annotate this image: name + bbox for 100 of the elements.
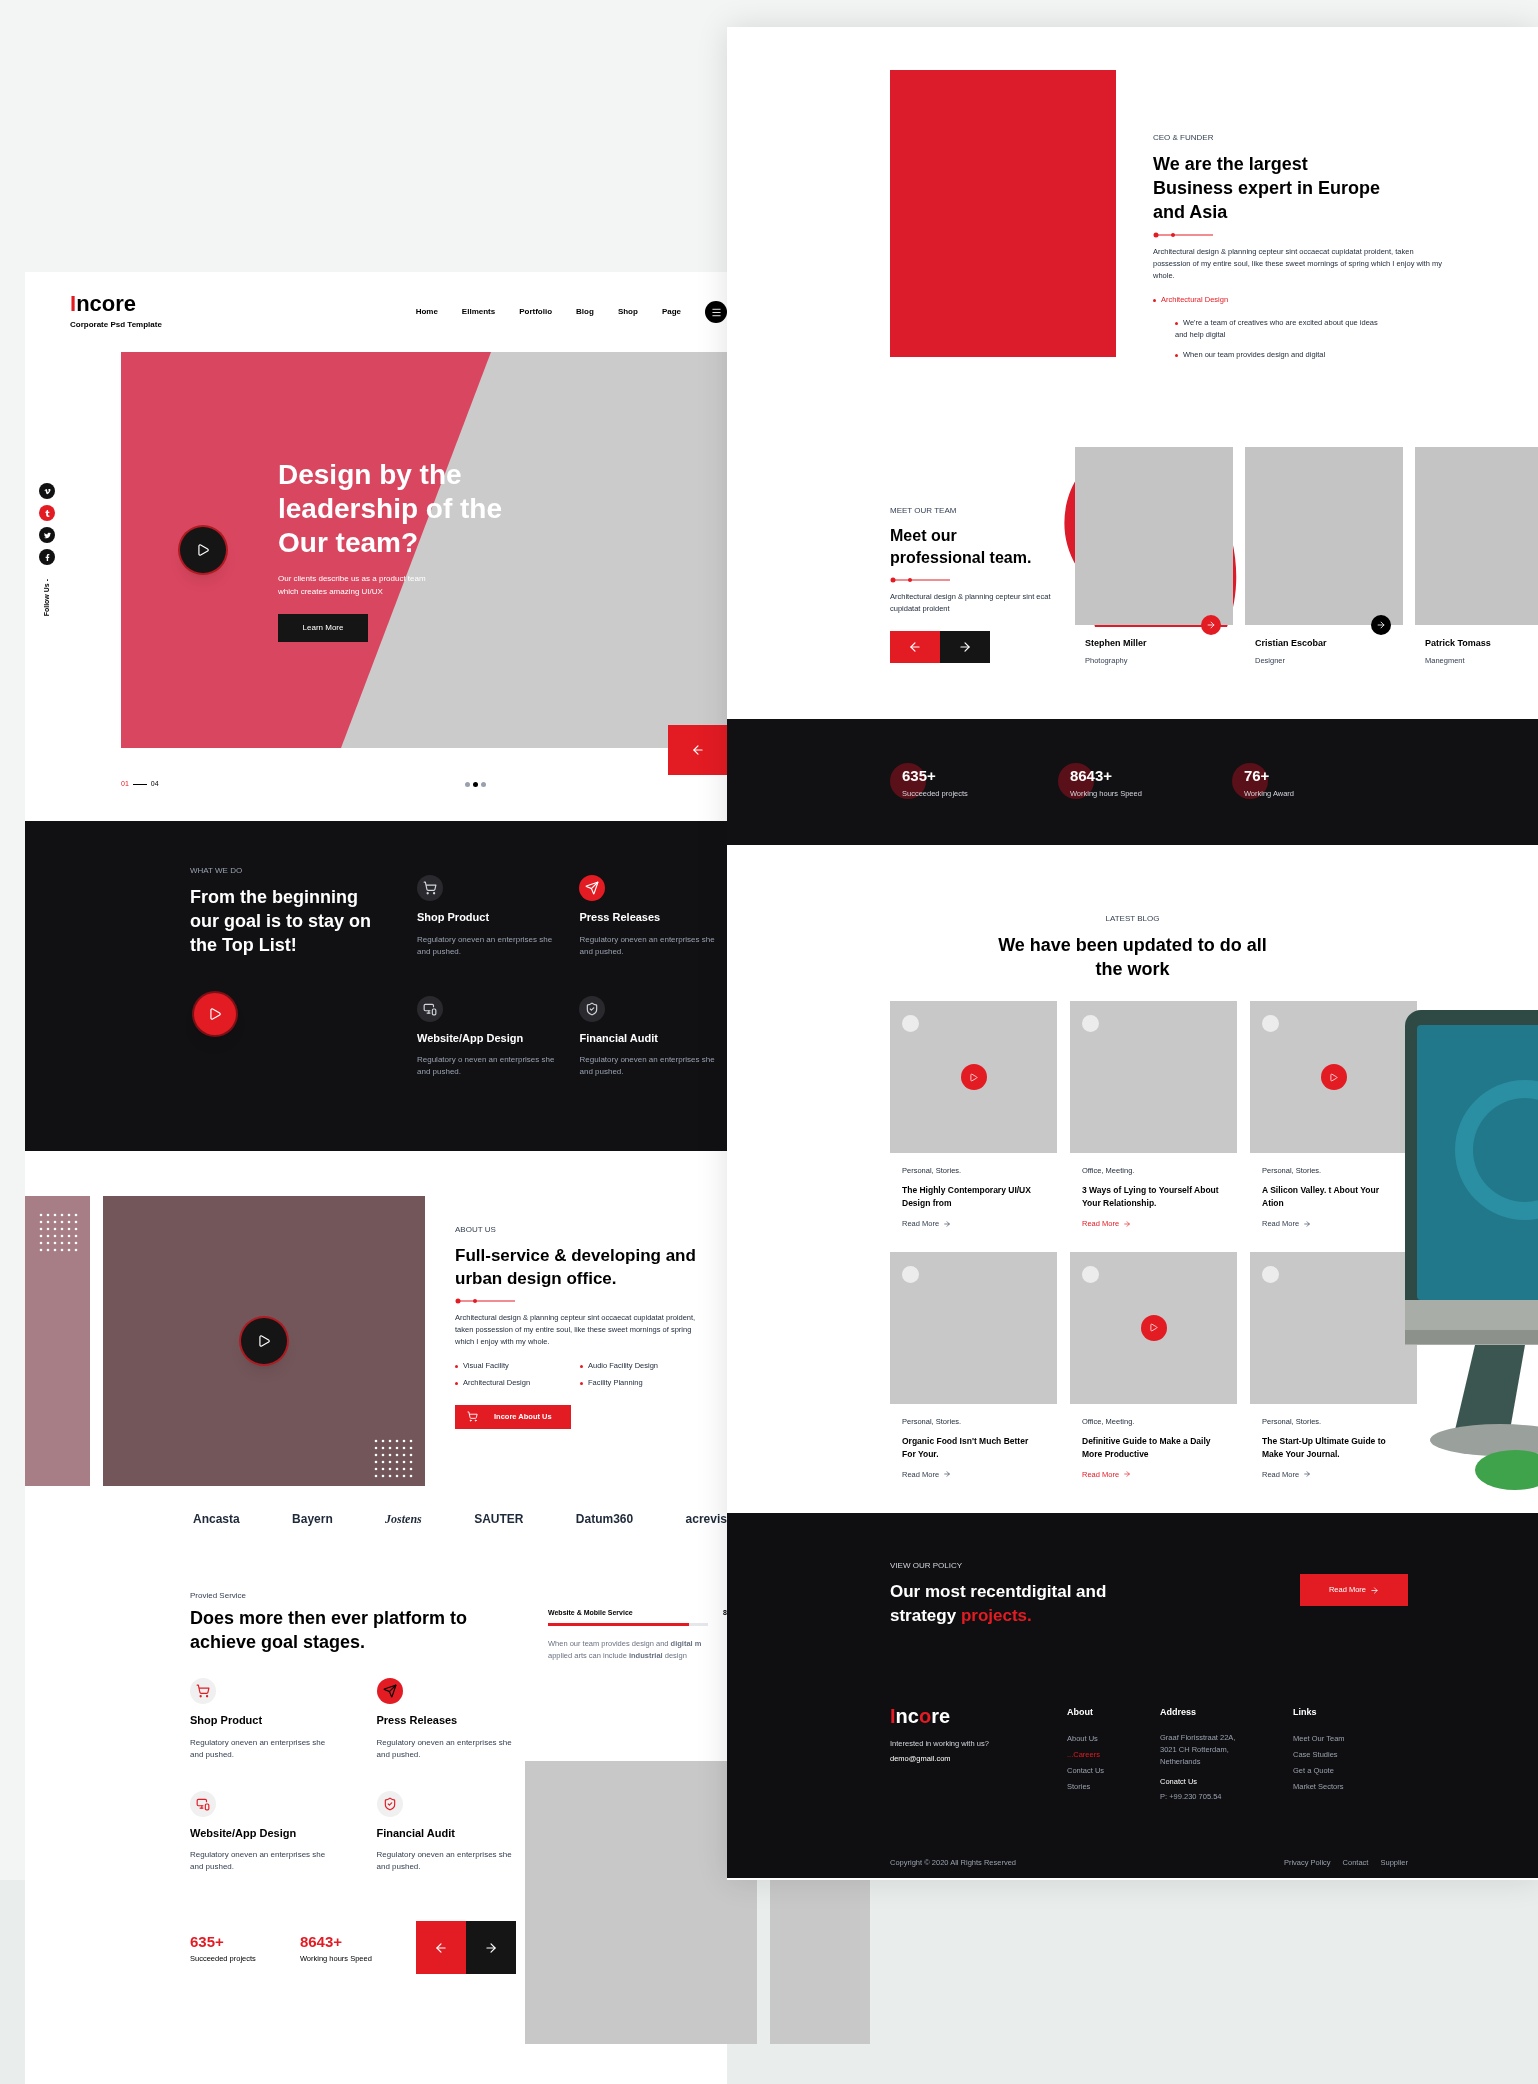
member-name: Patrick Tomass [1424, 637, 1492, 650]
play-button[interactable] [180, 527, 226, 573]
cart-icon [196, 1684, 210, 1698]
accent-line [455, 1298, 515, 1304]
member-name: Stephen Miller [1084, 637, 1148, 650]
accent-line [890, 577, 950, 583]
member-name: Cristian Escobar [1254, 637, 1328, 650]
section-title: Full-service & developing and urban design office. [455, 1245, 697, 1290]
arrow-right-icon [1303, 1470, 1312, 1479]
service-text: Regulatory oneven an enterprises she and pushed. [190, 1849, 327, 1873]
arrow-right-icon [943, 1470, 952, 1479]
vimeo-icon [43, 487, 51, 495]
shield-icon [585, 1001, 600, 1016]
menu-button[interactable] [705, 301, 727, 323]
stat-value: 8643+ [1069, 766, 1113, 787]
avatar [902, 1265, 919, 1283]
eyebrow: ABOUT US [455, 1224, 497, 1236]
cart-icon [467, 1411, 478, 1422]
post-title: 3 Ways of Lying to Yourself About Your Relationship. [1082, 1184, 1220, 1211]
eyebrow: LATEST BLOG [1105, 913, 1160, 925]
partner-logo: Datum360 [575, 1511, 634, 1528]
service-title: Financial Audit [376, 1825, 456, 1841]
arrow-right-icon [943, 1219, 952, 1228]
devices-icon [423, 1001, 437, 1016]
eyebrow: MEET OUR TEAM [890, 505, 958, 517]
service-text: Regulatory o neven an enterprises she and pushed. [417, 1054, 556, 1078]
next-button[interactable] [465, 1921, 516, 1974]
dot-pattern [37, 1212, 78, 1252]
shield-icon [382, 1796, 397, 1811]
stat-value: 76+ [1243, 766, 1271, 787]
profile-button[interactable] [1371, 615, 1391, 635]
section-title: Does more then ever platform to achieve goal stages. [190, 1607, 469, 1654]
nav-link[interactable]: Shop [617, 306, 638, 318]
section-title: Meet our professional team. [890, 526, 1033, 568]
arrow-right-icon [958, 640, 972, 654]
service-text: Regulatory oneven an enterprises she and pushed. [376, 1849, 513, 1873]
stat-value: 635+ [902, 766, 937, 787]
twitter-icon [43, 531, 51, 539]
next-button[interactable] [940, 631, 990, 663]
play-icon [208, 1007, 222, 1021]
social-button[interactable] [39, 483, 55, 500]
paper-plane-icon [585, 881, 600, 895]
social-button[interactable] [39, 549, 55, 566]
devices-icon [196, 1796, 210, 1811]
previous-button[interactable] [415, 1921, 466, 1974]
arrow-left-icon [433, 1940, 448, 1955]
arrow-right-icon [1376, 620, 1386, 630]
section-title: From the beginning our goal is to stay on the Top List! [190, 886, 373, 957]
play-icon [1329, 1072, 1338, 1082]
logo[interactable]: Incore [70, 293, 162, 315]
facebook-icon [43, 553, 51, 561]
partner-logo: Bayern [292, 1511, 333, 1528]
partner-logo: Ancasta [193, 1511, 240, 1528]
menu-icon [710, 306, 722, 318]
arrow-right-icon [1123, 1219, 1132, 1228]
nav-link[interactable]: Page [661, 306, 681, 318]
logo[interactable]: Incore [890, 1706, 1067, 1726]
post-title: Organic Food Isn't Much Better For Your. [902, 1434, 1030, 1461]
stat-value: 8643+ [299, 1931, 343, 1952]
service-text: Regulatory oneven an enterprises she and pushed. [190, 1736, 327, 1761]
service-title: Website/App Design [417, 1030, 525, 1046]
learn-more-button[interactable]: Learn More [278, 614, 368, 642]
avatar [1082, 1265, 1099, 1283]
avatar [1082, 1015, 1099, 1032]
social-button[interactable] [39, 527, 55, 544]
policy-title: Our most recentdigital and strategy projects. [890, 1581, 1108, 1627]
service-text: Regulatory oneven an enterprises she and pushed. [579, 933, 716, 958]
arrow-right-icon [1123, 1470, 1132, 1479]
nav-link[interactable]: Blog [576, 306, 594, 318]
eyebrow: CEO & FUNDER [1153, 132, 1215, 144]
service-title: Financial Audit [579, 1030, 659, 1046]
partner-logo: SAUTER [474, 1511, 524, 1528]
section-title: We are the largest Business expert in Europe and Asia [1153, 153, 1382, 224]
service-title: Press Releases [376, 1713, 459, 1728]
play-icon [969, 1072, 978, 1082]
arrow-right-icon [1370, 1585, 1380, 1595]
column-heading: Links [1293, 1706, 1318, 1719]
play-icon [257, 1334, 271, 1348]
post-title: The Start-Up Ultimate Guide to Make Your Journal. [1262, 1434, 1387, 1461]
nav-link[interactable]: Portfolio [519, 306, 553, 318]
cart-icon [423, 881, 437, 895]
stat-value: 635+ [190, 1931, 225, 1952]
column-heading: Address [1160, 1706, 1197, 1719]
eyebrow: WHAT WE DO [190, 865, 244, 877]
post-title: Definitive Guide to Make a Daily More Productive [1082, 1434, 1212, 1461]
play-button[interactable] [194, 993, 236, 1035]
paper-plane-icon [382, 1684, 397, 1698]
play-icon [1149, 1323, 1158, 1332]
nav-link[interactable]: Home [415, 306, 438, 318]
play-icon [196, 543, 210, 557]
avatar [1262, 1015, 1279, 1032]
eyebrow: Provied Service [190, 1590, 248, 1602]
section-title: We have been updated to do all the work [997, 934, 1268, 981]
service-text: Regulatory oneven an enterprises she and pushed. [579, 1054, 716, 1078]
service-title: Press Releases [579, 910, 662, 925]
service-text: Regulatory oneven an enterprises she and pushed. [376, 1736, 513, 1761]
nav-link[interactable]: Ellments [461, 306, 496, 318]
play-button[interactable] [241, 1318, 287, 1364]
eyebrow: VIEW OUR POLICY [890, 1560, 963, 1572]
column-heading: About [1067, 1706, 1094, 1719]
